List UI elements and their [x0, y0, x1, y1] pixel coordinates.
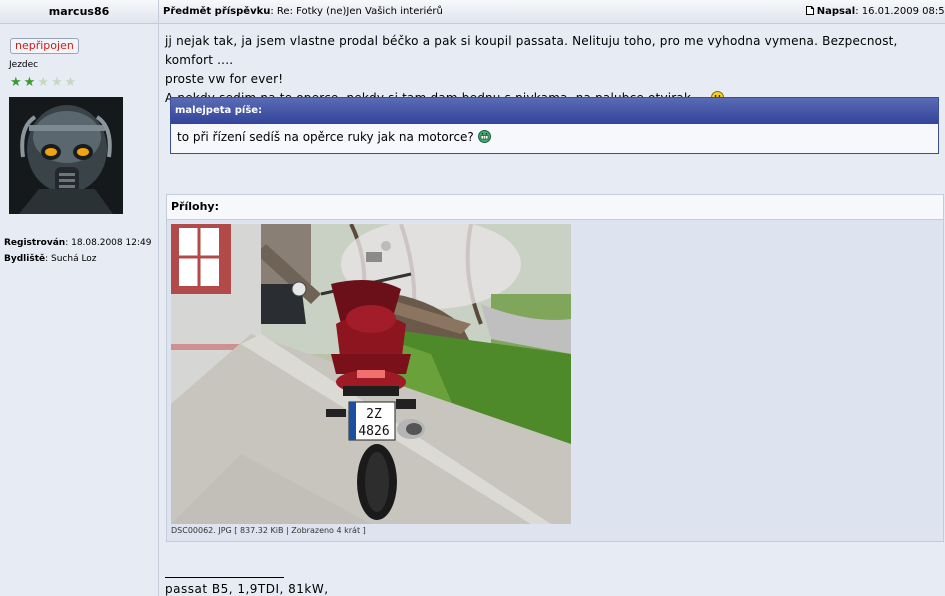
- attachments-panel: Přílohy: 2Z 4826 DSC00062. JPG [837.32 …: [166, 194, 944, 542]
- location-label: Bydliště: [4, 254, 46, 264]
- license-plate-top: 2Z: [366, 407, 382, 422]
- posted-value: : 16.01.2009 08:59: [855, 6, 945, 17]
- author-name[interactable]: marcus86: [0, 0, 159, 24]
- author-rank: Jezdec: [9, 60, 39, 70]
- subject-value: : Re: Fotky (ne)Jen Vašich interiérů: [270, 6, 443, 17]
- attachment-photo[interactable]: 2Z 4826: [171, 224, 571, 524]
- motorcycle-photo[interactable]: 2Z 4826: [171, 224, 571, 524]
- online-status-badge: nepřipojen: [10, 38, 79, 54]
- quote-text: to při řízení sedíš na opěrce ruky jak n…: [177, 130, 474, 144]
- post-text-line: jj nejak tak, ja jsem vlastne prodal béč…: [165, 34, 898, 67]
- author-username[interactable]: marcus86: [49, 5, 110, 18]
- subject-label: Předmět příspěvku: [163, 6, 271, 17]
- registered-value: : 18.08.2008 12:49: [65, 238, 152, 248]
- star-icon: ★: [23, 75, 38, 90]
- post-date: Napsal: 16.01.2009 08:59: [805, 0, 945, 23]
- attachments-title: Přílohy:: [167, 195, 943, 220]
- location-info: Bydliště: Suchá Loz: [4, 254, 97, 264]
- location-value: : Suchá Loz: [45, 254, 97, 264]
- avatar: [9, 97, 123, 214]
- quote-author: malejpeta píše:: [171, 98, 938, 124]
- rank-stars: ★★★★★: [10, 76, 78, 89]
- star-icon: ★: [37, 75, 51, 90]
- signature-divider: [165, 577, 284, 578]
- post-icon[interactable]: [805, 6, 814, 15]
- attachment-caption: DSC00062. JPG [ 837.32 KiB | Zobrazeno 4…: [171, 526, 366, 535]
- star-icon: ★: [10, 75, 24, 90]
- license-plate-bottom: 4826: [358, 424, 389, 439]
- registered-info: Registrován: 18.08.2008 12:49: [4, 238, 151, 248]
- registered-label: Registrován: [4, 238, 66, 248]
- quote-content: to při řízení sedíš na opěrce ruky jak n…: [171, 124, 938, 150]
- quote-block: malejpeta píše: to při řízení sedíš na o…: [170, 97, 939, 154]
- post-header: Předmět příspěvku: Re: Fotky (ne)Jen Vaš…: [159, 0, 945, 24]
- signature: passat B5, 1,9TDI, 81kW,: [165, 582, 329, 596]
- posted-label: Napsal: [816, 6, 856, 17]
- forum-post: marcus86 nepřipojen Jezdec ★★★★★ Registr…: [0, 0, 945, 596]
- star-icon: ★: [64, 75, 79, 90]
- author-profile: nepřipojen Jezdec ★★★★★ Registrován: 18.…: [0, 24, 159, 596]
- avatar-image: [9, 97, 123, 214]
- grin-smiley-icon: [477, 130, 491, 143]
- post-subject: Předmět příspěvku: Re: Fotky (ne)Jen Vaš…: [163, 0, 443, 23]
- post-text-line: proste vw for ever!: [165, 72, 284, 86]
- star-icon: ★: [50, 75, 65, 90]
